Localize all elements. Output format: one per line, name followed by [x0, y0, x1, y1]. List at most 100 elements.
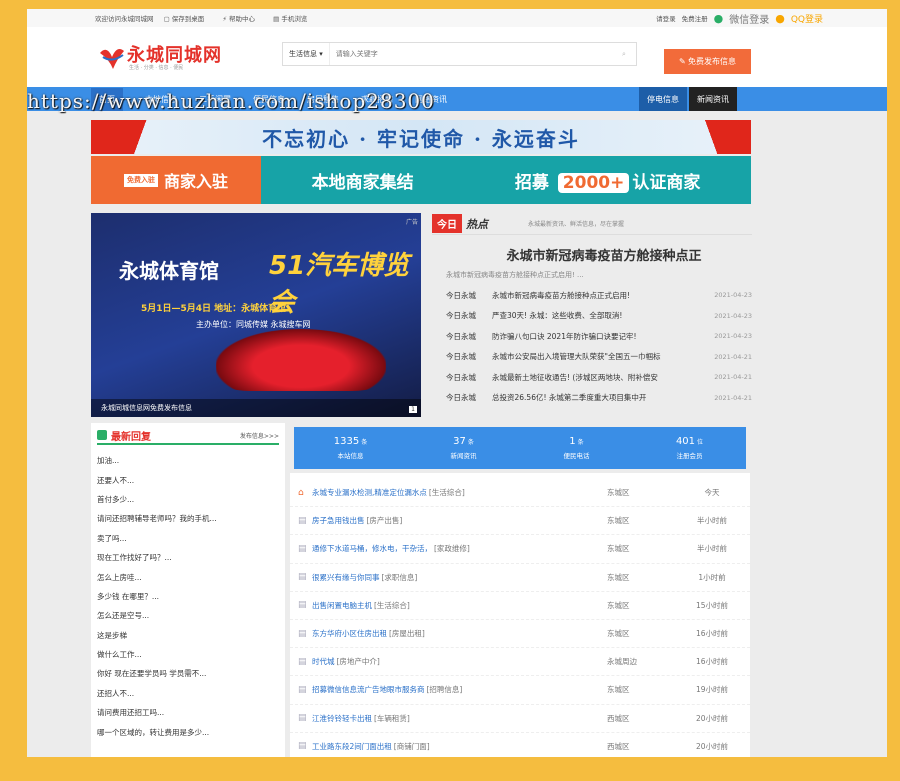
- reply-item[interactable]: 请问费用还招工吗...: [97, 703, 279, 722]
- search-box: 生活信息 ▾ ⌕: [282, 42, 637, 66]
- search-category-select[interactable]: 生活信息 ▾: [283, 43, 330, 65]
- hot-news-item[interactable]: 今日永城 严查30天! 永城：这些收费、全部取消! 2021-04-23: [446, 306, 752, 327]
- local-merchant-text: 本地商家集结: [311, 172, 414, 193]
- hot-title: 热点: [466, 217, 488, 231]
- reply-item[interactable]: 现在工作找好了吗？...: [97, 548, 279, 567]
- hot-news-item[interactable]: 今日永城 总投资26.56亿! 永城第二季度重大项目集中开 2021-04-21: [446, 388, 752, 409]
- listing-row[interactable]: ▤ 工业路东段2间门面出租 [商铺门面] 西城区 20小时前: [290, 733, 750, 757]
- merchant-banner[interactable]: 免费入驻 商家入驻 本地商家集结 招募 2000+ 认证商家: [91, 156, 751, 204]
- listing-title[interactable]: 工业路东段2间门面出租 [商铺门面]: [312, 741, 607, 752]
- listing-area: 东城区: [607, 572, 630, 582]
- listing-title[interactable]: 永城专业漏水检测,精准定位漏水点 [生活综合]: [312, 487, 607, 498]
- top-bar: 欢迎访问永城同城网 ▢ 保存到桌面 ⚡ 帮助中心 ▤ 手机浏览 请登录 免费注册…: [27, 9, 887, 27]
- stat-item: 37 条新闻资讯: [407, 427, 520, 469]
- hot-news-title[interactable]: 永城市新冠病毒疫苗方舱接种点正式启用!: [492, 290, 710, 301]
- hot-news-source: 今日永城: [446, 352, 476, 362]
- reply-icon: [97, 430, 107, 440]
- login-link[interactable]: 请登录: [656, 13, 676, 23]
- hot-news-item[interactable]: 今日永城 防诈骗八句口诀 2021年防诈骗口诀要记牢! 2021-04-23: [446, 326, 752, 347]
- hot-news-item[interactable]: 今日永城 永城市新冠病毒疫苗方舱接种点正式启用! 2021-04-23: [446, 285, 752, 306]
- reply-item[interactable]: 这是步梯: [97, 626, 279, 645]
- listing-row[interactable]: ▤ 房子急用钱出售 [房产出售] 东城区 半小时前: [290, 507, 750, 536]
- reply-item[interactable]: 加油...: [97, 451, 279, 470]
- stat-label: 便民电话: [563, 452, 590, 460]
- carousel-page-indicator[interactable]: 1: [409, 406, 417, 413]
- sports-car-image: [216, 329, 386, 391]
- listing-area: 东城区: [607, 516, 630, 526]
- help-link[interactable]: ⚡ 帮助中心: [222, 15, 263, 23]
- listing-row[interactable]: ▤ 很累兴有缘与你同事 [求职信息] 东城区 1小时前: [290, 564, 750, 592]
- listing-area: 西城区: [607, 713, 630, 723]
- listing-row[interactable]: ▤ 招募微信信息流广告地眼市服务商 [招聘信息] 东城区 19小时前: [290, 676, 750, 705]
- search-input[interactable]: [329, 50, 612, 58]
- slogan-banner[interactable]: 不忘初心 · 牢记使命 · 永远奋斗: [91, 120, 751, 154]
- wechat-login-link[interactable]: 微信登录: [729, 11, 769, 26]
- listing-title[interactable]: 时代城 [房地产中介]: [312, 656, 607, 667]
- document-icon: ▤: [298, 543, 307, 554]
- hot-news-title[interactable]: 总投资26.56亿! 永城第二季度重大项目集中开: [492, 392, 710, 403]
- listing-title[interactable]: 东方华府小区住房出租 [房屋出租]: [312, 628, 607, 639]
- document-icon: ▤: [298, 684, 307, 695]
- reply-item[interactable]: 还要人不...: [97, 470, 279, 489]
- qq-icon: ●: [775, 11, 785, 25]
- reply-item[interactable]: 请问还招聘辅导老师吗？我的手机...: [97, 509, 279, 528]
- listing-row[interactable]: ▤ 通修下水道马桶，修水电，干杂活， [家政维修] 东城区 半小时前: [290, 535, 750, 564]
- hot-news-date: 2021-04-21: [714, 393, 752, 402]
- reply-item[interactable]: 你好 现在还要学员吗 学员需不...: [97, 664, 279, 683]
- reply-item[interactable]: 怎么上房哇...: [97, 567, 279, 586]
- listing-time: 1小时前: [698, 572, 726, 582]
- nav-news[interactable]: 新闻资讯: [689, 87, 737, 111]
- site-logo[interactable]: 永城同城网 生活 · 分类 · 信息 · 便民: [97, 39, 222, 75]
- reply-item[interactable]: 怎么还是空号...: [97, 606, 279, 625]
- listing-row[interactable]: ⌂ 永城专业漏水检测,精准定位漏水点 [生活综合] 东城区 今天: [290, 479, 750, 508]
- reply-item[interactable]: 卖了吗...: [97, 529, 279, 548]
- slogan-text: 不忘初心 · 牢记使命 · 永远奋斗: [262, 126, 580, 151]
- qq-login-link[interactable]: QQ登录: [791, 12, 823, 25]
- hot-news-list: 今日永城 永城市新冠病毒疫苗方舱接种点正式启用! 2021-04-23 今日永城 严查3…: [432, 285, 752, 408]
- hot-news-date: 2021-04-23: [714, 311, 752, 320]
- today-badge: 今日: [432, 214, 462, 233]
- listing-row[interactable]: ▤ 江淮铃铃轻卡出租 [车辆租赁] 西城区 20小时前: [290, 705, 750, 733]
- listing-title[interactable]: 出售闲置电脑主机 [生活综合]: [312, 600, 607, 611]
- reply-item[interactable]: 多少钱 在哪里？...: [97, 587, 279, 606]
- watermark-url: https://www.huzhan.com/ishop28300: [27, 89, 435, 113]
- stat-label: 注册会员: [676, 452, 703, 460]
- hot-news-title[interactable]: 永城市公安局出入境管理大队荣获"全国五一巾帼标: [492, 351, 710, 362]
- recruit-count: 2000+: [557, 172, 630, 193]
- reply-item[interactable]: 哪一个区域的，转让费用是多少...: [97, 722, 279, 741]
- search-icon[interactable]: ⌕: [612, 50, 636, 59]
- hot-summary: 永城市新冠病毒疫苗方舱接种点正式启用! ...: [446, 271, 584, 279]
- reply-item[interactable]: 还招人不...: [97, 684, 279, 703]
- listing-row[interactable]: ▤ 东方华府小区住房出租 [房屋出租] 东城区 16小时前: [290, 620, 750, 649]
- hot-news-title[interactable]: 防诈骗八句口诀 2021年防诈骗口诀要记牢!: [492, 331, 710, 342]
- post-info-link[interactable]: 发布信息>>>: [240, 431, 279, 440]
- reply-item[interactable]: 做什么工作...: [97, 645, 279, 664]
- stat-item: 1335 条本站信息: [294, 427, 407, 469]
- listing-title[interactable]: 招募微信信息流广告地眼市服务商 [招聘信息]: [312, 684, 607, 695]
- post-info-button[interactable]: ✎ 免费发布信息: [664, 49, 751, 74]
- listing-time: 20小时前: [695, 741, 729, 751]
- save-desktop-link[interactable]: ▢ 保存到桌面: [164, 15, 213, 23]
- listing-title[interactable]: 通修下水道马桶，修水电，干杂活， [家政维修]: [312, 543, 607, 554]
- promo-dates: 5月1日—5月4日 地址：永城体育馆: [141, 304, 287, 314]
- listing-category: [车辆租赁]: [374, 713, 410, 723]
- register-link[interactable]: 免费注册: [682, 13, 708, 23]
- hot-news-title[interactable]: 永城最新土地征收通告! (涉城区两地块、附补偿安: [492, 372, 710, 383]
- listing-row[interactable]: ▤ 时代城 [房地产中介] 永城周边 16小时前: [290, 648, 750, 677]
- listing-row[interactable]: ▤ 出售闲置电脑主机 [生活综合] 东城区 15小时前: [290, 592, 750, 620]
- hot-news-title[interactable]: 严查30天! 永城：这些收费、全部取消!: [492, 310, 710, 321]
- reply-item[interactable]: 首付多少...: [97, 490, 279, 509]
- promo-carousel[interactable]: 广告 永城体育馆 51汽车博览会 5月1日—5月4日 地址：永城体育馆 主办单位…: [91, 213, 421, 417]
- hot-news-item[interactable]: 今日永城 永城最新土地征收通告! (涉城区两地块、附补偿安 2021-04-21: [446, 367, 752, 388]
- document-icon: ▤: [298, 600, 307, 611]
- hot-subtitle: 永城最新资讯、鲜活信息，尽在掌握: [528, 221, 625, 228]
- stat-number: 1335 条: [333, 436, 368, 447]
- nav-power-outage[interactable]: 停电信息: [639, 87, 687, 111]
- hot-headline[interactable]: 永城市新冠病毒疫苗方舱接种点正: [432, 245, 752, 264]
- listing-title[interactable]: 很累兴有缘与你同事 [求职信息]: [312, 572, 607, 583]
- hot-news-item[interactable]: 今日永城 永城市公安局出入境管理大队荣获"全国五一巾帼标 2021-04-21: [446, 347, 752, 368]
- listing-title[interactable]: 房子急用钱出售 [房产出售]: [312, 515, 607, 526]
- listing-title[interactable]: 江淮铃铃轻卡出租 [车辆租赁]: [312, 713, 607, 724]
- hot-news-source: 今日永城: [446, 290, 476, 300]
- mobile-link[interactable]: ▤ 手机浏览: [273, 15, 315, 23]
